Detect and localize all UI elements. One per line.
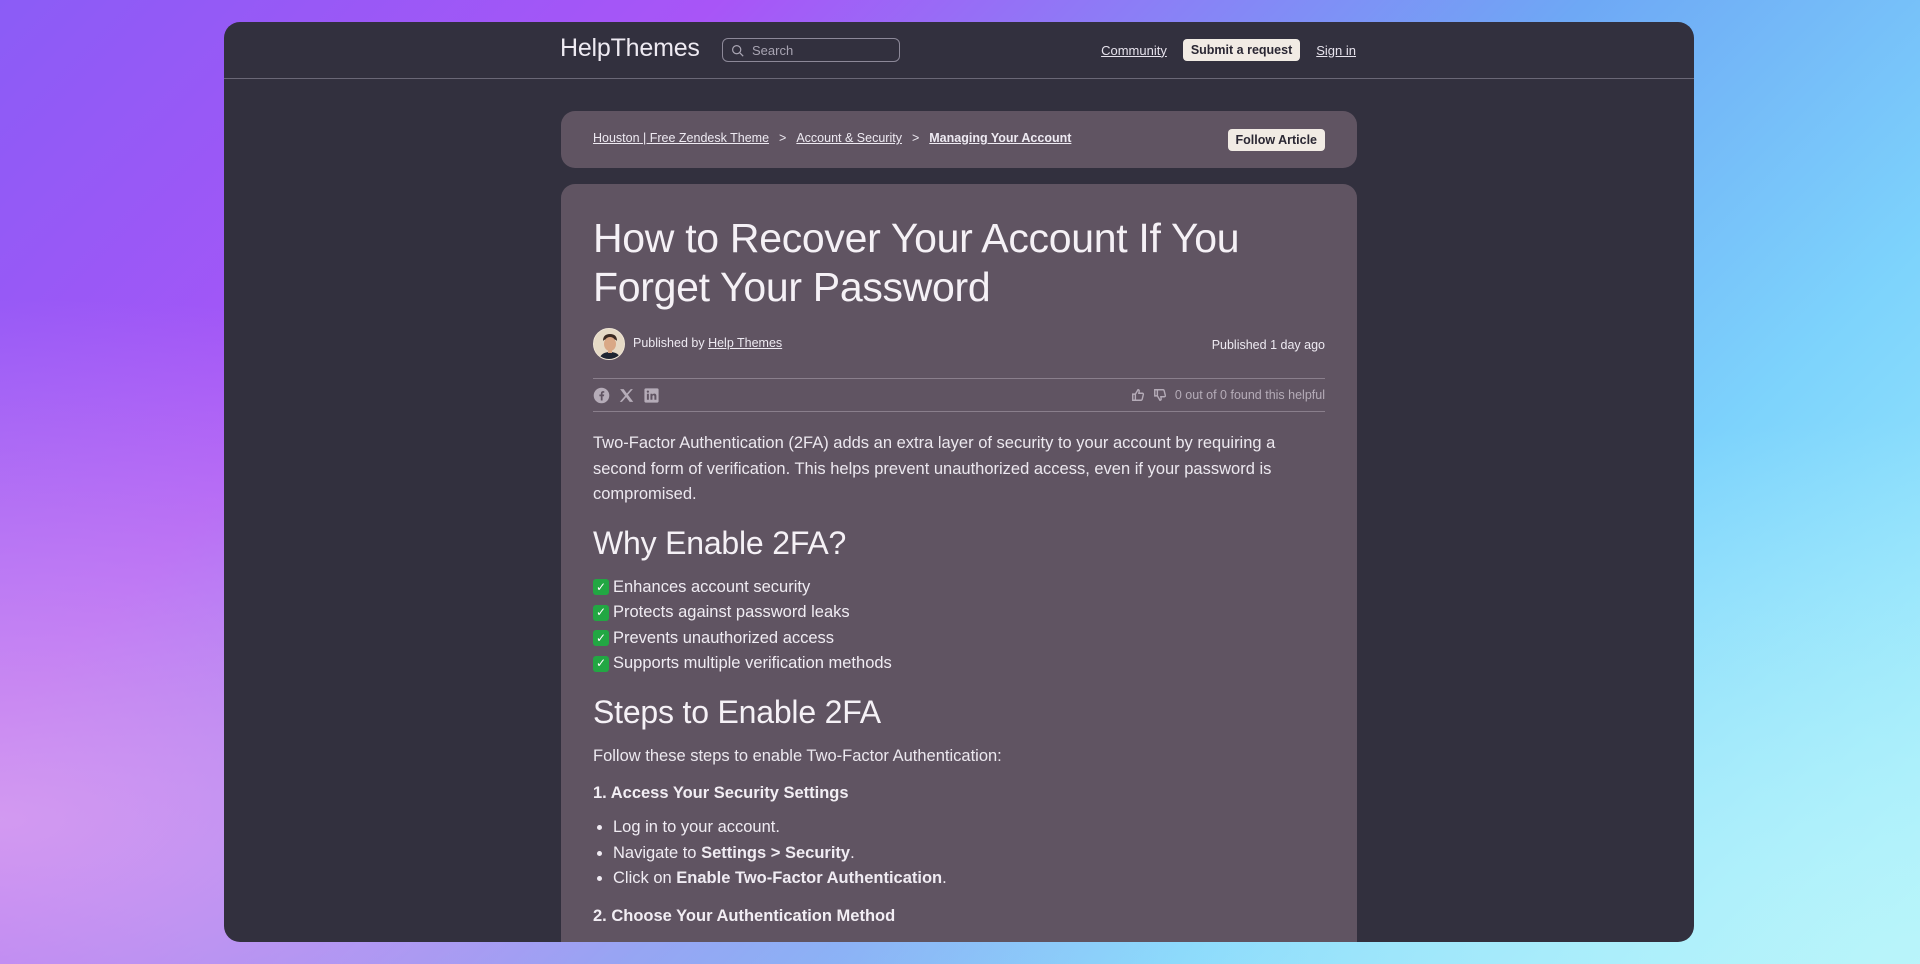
- step-text: .: [850, 843, 855, 862]
- share-icons: [593, 387, 660, 404]
- step-text: Log in to your account.: [613, 818, 780, 836]
- list-item: Navigate to Settings > Security.: [613, 841, 1325, 867]
- sign-in-link[interactable]: Sign in: [1316, 43, 1356, 58]
- published-by-label: Published by: [633, 336, 705, 350]
- check-icon: ✓: [593, 655, 609, 672]
- step1-list: Log in to your account. Navigate to Sett…: [593, 815, 1325, 892]
- breadcrumb: Houston | Free Zendesk Theme > Account &…: [593, 131, 1071, 145]
- check-icon: ✓: [593, 630, 609, 647]
- search-placeholder: Search: [752, 42, 794, 58]
- submit-request-button[interactable]: Submit a request: [1182, 39, 1301, 61]
- benefit-text: Prevents unauthorized access: [613, 628, 835, 647]
- facebook-icon[interactable]: [593, 387, 610, 404]
- breadcrumb-item-section[interactable]: Managing Your Account: [929, 131, 1071, 145]
- search-input[interactable]: Search: [722, 38, 900, 62]
- breadcrumb-item-home[interactable]: Houston | Free Zendesk Theme: [593, 131, 769, 145]
- author-link[interactable]: Help Themes: [708, 336, 782, 350]
- browser-window: HelpThemes Search Community Submit a req…: [224, 22, 1694, 942]
- community-link[interactable]: Community: [1101, 43, 1167, 58]
- linkedin-icon[interactable]: [643, 387, 660, 404]
- article-meta: Published by Help Themes Published 1 day…: [593, 328, 1325, 378]
- step-bold: Settings > Security: [701, 843, 851, 862]
- steps-heading: Steps to Enable 2FA: [593, 693, 881, 730]
- x-icon[interactable]: [618, 387, 635, 404]
- published-date: Published 1 day ago: [1212, 338, 1325, 352]
- breadcrumb-card: Houston | Free Zendesk Theme > Account &…: [561, 111, 1357, 168]
- step-text: Click on: [613, 869, 677, 887]
- breadcrumb-separator: >: [911, 131, 920, 145]
- step1-heading: 1. Access Your Security Settings: [593, 784, 849, 802]
- thumbs-down-icon[interactable]: [1153, 388, 1167, 402]
- list-item: ✓ Prevents unauthorized access: [593, 626, 1325, 652]
- benefits-list: ✓ Enhances account security ✓ Protects aga…: [593, 575, 1325, 677]
- header-nav: Community Submit a request Sign in: [1101, 39, 1356, 61]
- list-item: ✓ Supports multiple verification methods: [593, 651, 1325, 677]
- step-bold: Enable Two-Factor Authentication: [676, 869, 943, 887]
- published-time: 1 day ago: [1270, 338, 1325, 352]
- avatar[interactable]: [593, 328, 625, 360]
- article-title: How to Recover Your Account If You Forge…: [593, 215, 1240, 310]
- thumbs-up-icon[interactable]: [1131, 388, 1145, 402]
- article-intro: Two-Factor Authentication (2FA) adds an …: [593, 434, 1276, 503]
- list-item: Log in to your account.: [613, 815, 1325, 841]
- benefit-text: Protects against password leaks: [613, 603, 850, 621]
- why-heading: Why Enable 2FA?: [593, 524, 847, 561]
- list-item: Click on Enable Two-Factor Authenticatio…: [613, 866, 1325, 892]
- follow-article-button[interactable]: Follow Article: [1227, 129, 1325, 151]
- step2-heading: 2. Choose Your Authentication Method: [593, 906, 896, 925]
- breadcrumb-separator: >: [779, 131, 787, 145]
- share-bar: 0 out of 0 found this helpful: [593, 378, 1325, 412]
- published-label: Published: [1211, 338, 1267, 352]
- article-card: How to Recover Your Account If You Forge…: [561, 184, 1357, 942]
- step-text: Navigate to: [613, 843, 702, 862]
- list-item: ✓ Protects against password leaks: [593, 600, 1325, 626]
- brand-logo[interactable]: HelpThemes: [560, 34, 700, 63]
- helpful-count: 0 out of 0 found this helpful: [1174, 388, 1325, 402]
- check-icon: ✓: [593, 604, 609, 621]
- steps-intro: Follow these steps to enable Two-Factor …: [593, 746, 1002, 765]
- step-text: .: [942, 869, 947, 887]
- search-icon: [732, 44, 744, 57]
- breadcrumb-item-category[interactable]: Account & Security: [796, 131, 902, 145]
- benefit-text: Supports multiple verification methods: [613, 654, 892, 672]
- site-header: HelpThemes Search Community Submit a req…: [224, 22, 1694, 79]
- benefit-text: Enhances account security: [613, 577, 811, 596]
- list-item: ✓ Enhances account security: [593, 575, 1325, 601]
- check-icon: ✓: [593, 579, 609, 596]
- helpful-vote: 0 out of 0 found this helpful: [1131, 388, 1325, 402]
- published-by: Published by Help Themes: [633, 336, 782, 350]
